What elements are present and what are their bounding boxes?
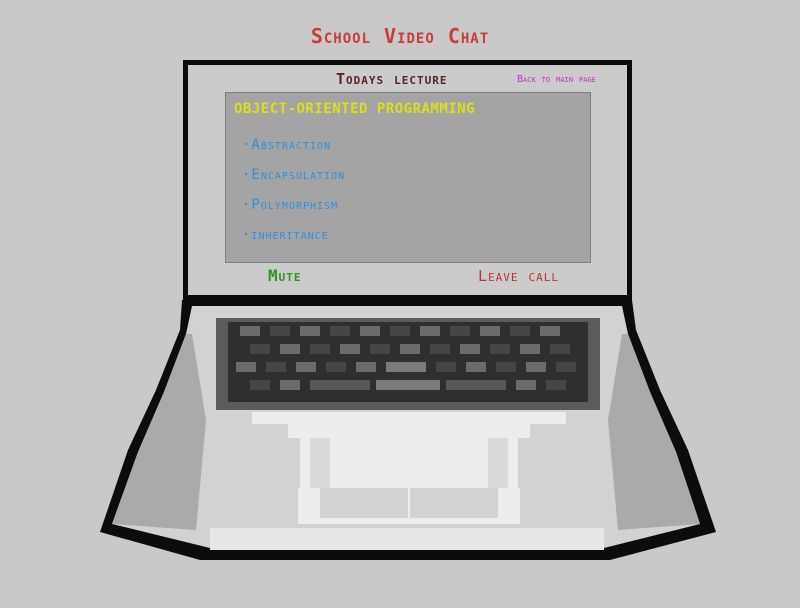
leave-call-button[interactable]: Leave call	[478, 267, 559, 285]
lecture-heading: Todays lecture	[336, 70, 448, 88]
laptop-front-panel	[210, 528, 604, 550]
mute-button[interactable]: Mute	[268, 266, 302, 285]
lecture-item-polymorphism: ·Polymorphism	[242, 197, 339, 213]
laptop-base-shade-right	[608, 334, 700, 530]
lecture-item-encapsulation: ·Encapsulation	[242, 167, 346, 183]
lecture-item-abstraction: ·Abstraction	[242, 137, 332, 153]
lecture-topic: OBJECT-ORIENTED PROGRAMMING	[234, 101, 476, 117]
laptop-base-shade-left	[112, 334, 206, 530]
lecture-item-inheritance: ·inheritance	[242, 227, 329, 243]
back-to-main-link[interactable]: Back to main page	[517, 74, 596, 85]
keyboard-icon	[216, 318, 600, 410]
